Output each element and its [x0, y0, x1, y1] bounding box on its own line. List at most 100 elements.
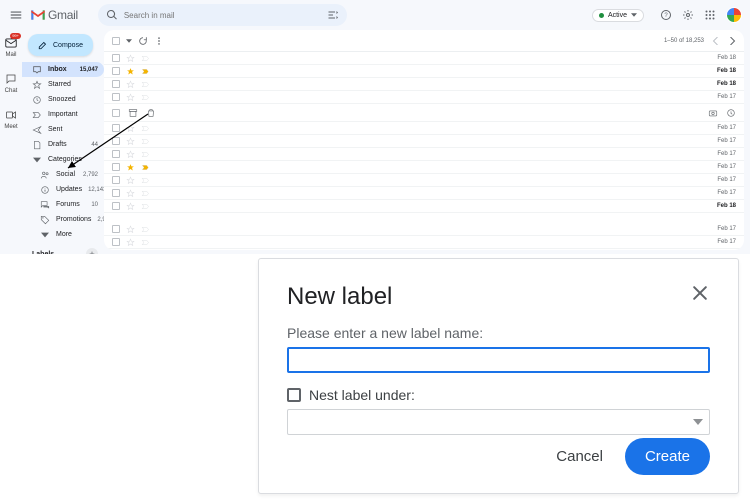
message-row[interactable]: Feb 17 [104, 187, 744, 200]
create-button[interactable]: Create [625, 438, 710, 475]
star-icon[interactable] [126, 54, 135, 63]
sidebar-item-starred[interactable]: Starred [22, 77, 104, 92]
message-row[interactable]: Feb 17 [104, 135, 744, 148]
message-row[interactable]: Feb 18 [104, 65, 744, 78]
important-marker-icon[interactable] [141, 225, 150, 234]
sidebar-item-categories[interactable]: Categories [22, 152, 104, 167]
important-marker-icon[interactable] [141, 163, 150, 172]
sidebar-item-important[interactable]: Important [22, 107, 104, 122]
row-checkbox[interactable] [112, 109, 120, 117]
star-icon[interactable] [126, 150, 135, 159]
sidebar-item-drafts[interactable]: Drafts44 [22, 137, 104, 152]
compose-button[interactable]: Compose [28, 34, 93, 56]
sidebar-item-more[interactable]: More [22, 227, 104, 242]
row-checkbox[interactable] [112, 176, 120, 184]
row-checkbox[interactable] [112, 238, 120, 246]
rail-item-mail[interactable]: 99+ Mail [4, 36, 18, 58]
dialog-close-button[interactable] [690, 283, 710, 303]
chevron-right-icon[interactable] [728, 37, 736, 45]
row-date: Feb 17 [717, 125, 736, 131]
star-icon[interactable] [126, 238, 135, 247]
select-all-checkbox[interactable] [112, 37, 120, 45]
rail-item-meet[interactable]: Meet [4, 108, 18, 130]
sidebar-item-social[interactable]: Social2,792 [22, 167, 104, 182]
trash-icon[interactable] [146, 108, 156, 118]
important-marker-icon[interactable] [141, 176, 150, 185]
sidebar-item-inbox[interactable]: Inbox15,047 [22, 62, 104, 77]
nest-label-checkbox[interactable] [287, 388, 301, 402]
camera-icon[interactable] [708, 108, 718, 118]
help-icon[interactable]: ? [660, 9, 672, 21]
chevron-left-icon[interactable] [712, 37, 720, 45]
row-checkbox[interactable] [112, 163, 120, 171]
important-marker-icon[interactable] [141, 202, 150, 211]
message-row[interactable]: How-To GeekSteam Link for Quest Made Me … [104, 249, 744, 250]
star-icon[interactable] [126, 163, 135, 172]
row-checkbox[interactable] [112, 54, 120, 62]
status-chip[interactable]: Active [592, 9, 644, 22]
sidebar-item-snoozed[interactable]: Snoozed [22, 92, 104, 107]
important-marker-icon[interactable] [141, 189, 150, 198]
refresh-icon[interactable] [138, 36, 148, 46]
star-icon[interactable] [126, 93, 135, 102]
clock-icon[interactable] [726, 108, 736, 118]
sidebar-item-promotions[interactable]: Promotions2,921 [22, 212, 104, 227]
star-icon[interactable] [126, 67, 135, 76]
row-checkbox[interactable] [112, 80, 120, 88]
message-row[interactable]: Feb 17 [104, 91, 744, 104]
search-options-icon[interactable] [327, 9, 339, 21]
message-row[interactable]: Feb 18 [104, 200, 744, 213]
important-marker-icon[interactable] [141, 238, 150, 247]
star-icon[interactable] [126, 176, 135, 185]
settings-gear-icon[interactable] [682, 9, 694, 21]
message-row[interactable]: Feb 18 [104, 78, 744, 91]
row-checkbox[interactable] [112, 124, 120, 132]
message-row[interactable]: Feb 17 [104, 148, 744, 161]
cancel-button[interactable]: Cancel [552, 440, 607, 473]
row-checkbox[interactable] [112, 137, 120, 145]
important-marker-icon[interactable] [141, 137, 150, 146]
message-row[interactable]: Feb 17 [104, 161, 744, 174]
row-checkbox[interactable] [112, 225, 120, 233]
search-bar[interactable] [98, 4, 347, 26]
star-icon[interactable] [126, 124, 135, 133]
important-marker-icon[interactable] [141, 93, 150, 102]
row-checkbox[interactable] [112, 150, 120, 158]
important-marker-icon[interactable] [141, 150, 150, 159]
account-avatar[interactable] [726, 7, 742, 23]
sidebar-item-sent[interactable]: Sent [22, 122, 104, 137]
important-marker-icon[interactable] [141, 54, 150, 63]
row-checkbox[interactable] [112, 67, 120, 75]
apps-grid-icon[interactable] [704, 9, 716, 21]
row-checkbox[interactable] [112, 189, 120, 197]
star-icon[interactable] [126, 80, 135, 89]
gmail-logo[interactable]: Gmail [30, 8, 78, 22]
star-icon[interactable] [126, 189, 135, 198]
star-icon[interactable] [126, 225, 135, 234]
sidebar-item-updates[interactable]: Updates12,143 [22, 182, 104, 197]
main-menu-button[interactable] [8, 7, 24, 23]
add-label-button[interactable] [86, 248, 98, 254]
label-name-input[interactable] [287, 347, 710, 373]
search-input[interactable] [124, 11, 321, 20]
rail-item-chat[interactable]: Chat [4, 72, 18, 94]
row-date: Feb 17 [717, 164, 736, 170]
more-vert-icon[interactable] [154, 36, 164, 46]
message-row[interactable]: Feb 17 [104, 223, 744, 236]
row-checkbox[interactable] [112, 93, 120, 101]
important-marker-icon[interactable] [141, 124, 150, 133]
star-icon[interactable] [126, 202, 135, 211]
important-marker-icon[interactable] [141, 80, 150, 89]
row-checkbox[interactable] [112, 202, 120, 210]
star-icon[interactable] [126, 137, 135, 146]
message-row[interactable]: Feb 18 [104, 52, 744, 65]
parent-label-select[interactable] [287, 409, 710, 435]
row-date: Feb 18 [717, 81, 736, 87]
message-row[interactable]: Feb 17 [104, 122, 744, 135]
archive-icon[interactable] [128, 108, 138, 118]
chevron-down-icon[interactable] [126, 38, 132, 44]
message-row[interactable]: Feb 17 [104, 174, 744, 187]
important-marker-icon[interactable] [141, 67, 150, 76]
message-row[interactable]: Feb 17 [104, 236, 744, 249]
sidebar-item-forums[interactable]: Forums10 [22, 197, 104, 212]
